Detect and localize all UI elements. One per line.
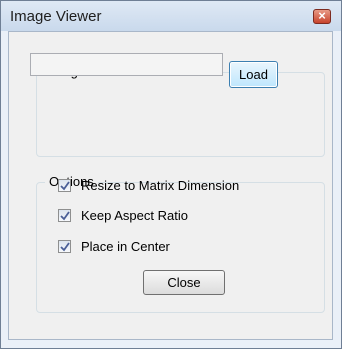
close-icon: × xyxy=(318,8,326,23)
window-title: Image Viewer xyxy=(10,8,102,25)
title-bar[interactable]: Image Viewer × xyxy=(1,1,341,31)
check-icon xyxy=(60,211,70,221)
close-button[interactable]: Close xyxy=(143,270,225,295)
image-file-path-input[interactable] xyxy=(30,53,223,76)
window-close-button[interactable]: × xyxy=(313,8,331,24)
load-button[interactable]: Load xyxy=(229,61,278,88)
resize-to-matrix-dimension-label: Resize to Matrix Dimension xyxy=(81,178,240,193)
keep-aspect-ratio-label: Keep Aspect Ratio xyxy=(81,208,188,223)
place-in-center-label: Place in Center xyxy=(81,239,170,254)
image-viewer-window: Image Viewer × Image-File Options Load R… xyxy=(0,0,342,349)
resize-to-matrix-dimension-checkbox[interactable] xyxy=(58,179,71,192)
check-icon xyxy=(60,242,70,252)
keep-aspect-ratio-checkbox[interactable] xyxy=(58,209,71,222)
check-icon xyxy=(60,181,70,191)
place-in-center-checkbox[interactable] xyxy=(58,240,71,253)
image-file-group: Image-File xyxy=(36,64,325,157)
